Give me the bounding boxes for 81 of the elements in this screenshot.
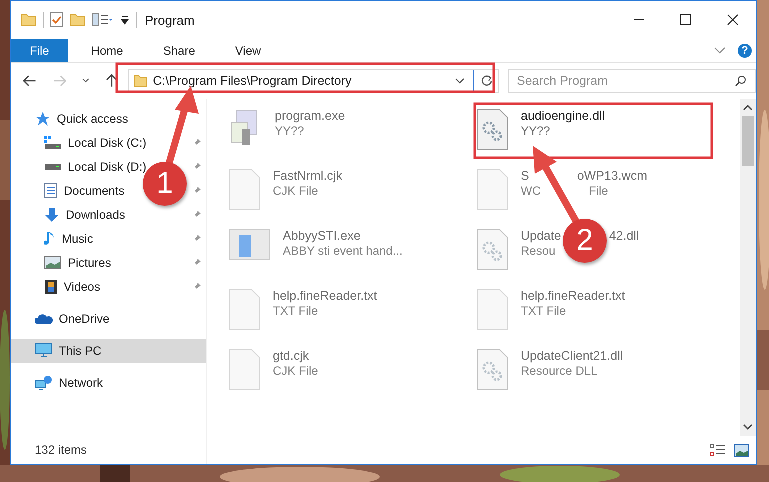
checklist-icon[interactable]: [50, 12, 64, 28]
file-name[interactable]: Update: [521, 229, 562, 243]
cloud-icon: [35, 313, 53, 325]
up-icon[interactable]: [106, 74, 118, 88]
ribbon-tab[interactable]: Home: [74, 39, 140, 62]
chevron-down-icon[interactable]: [82, 78, 90, 84]
file-type: Resou: [521, 244, 556, 258]
file-name[interactable]: UpdateClient21.dll: [521, 349, 624, 363]
file-type: File: [589, 184, 608, 198]
file-icon: [229, 289, 261, 331]
file-icon: [477, 289, 509, 331]
sidebar-item[interactable]: Documents: [64, 184, 125, 198]
file-name[interactable]: AbbyySTI.exe: [283, 229, 361, 243]
ribbon-tab[interactable]: File: [11, 39, 68, 62]
window-title: Program: [145, 12, 195, 28]
gear-file-icon: [477, 349, 509, 391]
sidebar-item[interactable]: Local Disk (D:): [68, 160, 147, 174]
file-icon: [229, 349, 261, 391]
back-icon[interactable]: [23, 75, 37, 87]
file-type: YY??: [275, 124, 304, 138]
file-name[interactable]: 42.dll: [609, 229, 640, 243]
sidebar-item[interactable]: This PC: [11, 339, 206, 363]
search-icon: [735, 75, 747, 87]
sidebar-item[interactable]: Pictures: [68, 256, 112, 270]
dropdown-icon[interactable]: [120, 15, 130, 25]
scroll-up-icon[interactable]: [743, 105, 753, 111]
chevron-down-icon[interactable]: [455, 78, 465, 84]
item-count: 132 items: [34, 443, 88, 459]
file-type: Resource DLL: [521, 364, 598, 378]
sidebar-item[interactable]: Local Disk (C:): [68, 136, 147, 150]
close-icon[interactable]: [727, 14, 739, 26]
file-name[interactable]: gtd.cjk: [273, 349, 310, 363]
properties-icon[interactable]: [92, 13, 114, 27]
gear-file-icon: [477, 229, 509, 271]
file-icon: [477, 169, 509, 211]
file-name[interactable]: program.exe: [275, 109, 346, 123]
file-type: CJK File: [273, 184, 318, 198]
drive-icon: [44, 163, 62, 171]
file-name[interactable]: FastNrml.cjk: [273, 169, 342, 183]
ribbon-tab[interactable]: Share: [146, 39, 212, 62]
sidebar-item[interactable]: Music: [62, 232, 94, 246]
scrollbar-thumb[interactable]: [742, 116, 754, 166]
address-bar[interactable]: C:\Program Files\Program Directory: [128, 69, 499, 93]
network-icon: [35, 375, 53, 391]
film-icon: [44, 279, 58, 295]
file-type: WC: [521, 184, 541, 198]
window-icon: [229, 229, 271, 261]
picture-icon: [44, 256, 62, 270]
file-type: CJK File: [273, 364, 318, 378]
sidebar-item[interactable]: Videos: [64, 280, 100, 294]
file-type: TXT File: [521, 304, 566, 318]
maximize-icon[interactable]: [680, 14, 692, 26]
details-view-icon[interactable]: [710, 444, 726, 458]
large-icons-view-icon[interactable]: [734, 444, 750, 458]
music-note-icon: [44, 231, 56, 247]
file-name[interactable]: help.fineReader.txt: [273, 289, 378, 303]
drive-icon: [44, 136, 62, 150]
file-type: TXT File: [273, 304, 318, 318]
sidebar-item[interactable]: Network: [11, 371, 206, 395]
refresh-icon[interactable]: [481, 75, 493, 87]
document-icon: [44, 183, 58, 199]
folder-icon: [134, 74, 148, 88]
sidebar-item[interactable]: Quick access: [11, 107, 206, 131]
sidebar-item[interactable]: OneDrive: [11, 307, 206, 331]
file-name[interactable]: help.fineReader.txt: [521, 289, 626, 303]
sidebar-item[interactable]: Downloads: [66, 208, 126, 222]
monitor-icon: [35, 343, 53, 359]
help-button[interactable]: ?: [738, 44, 752, 58]
address-path: C:\Program Files\Program Directory: [153, 74, 353, 88]
file-name[interactable]: S: [521, 169, 530, 183]
search-field[interactable]: Search Program: [508, 69, 756, 93]
file-type: YY??: [521, 124, 550, 138]
download-icon: [44, 207, 60, 223]
ribbon-tab[interactable]: View: [218, 39, 278, 62]
file-name[interactable]: audioengine.dll: [521, 109, 606, 123]
file-icon: [229, 169, 261, 211]
scroll-down-icon[interactable]: [743, 424, 753, 430]
gear-file-icon: [477, 109, 509, 151]
file-type: ABBY sti event hand...: [283, 244, 403, 258]
file-name[interactable]: oWP13.wcm: [577, 169, 648, 183]
star-icon: [35, 111, 51, 127]
